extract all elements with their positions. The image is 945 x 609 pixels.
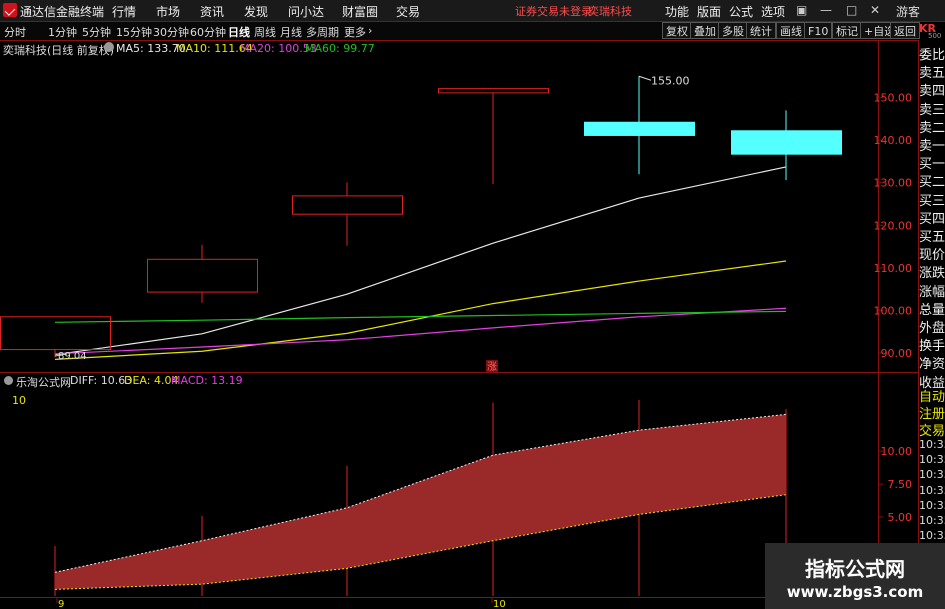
x-tick-label: 9 (58, 599, 64, 609)
candle-body (292, 195, 403, 215)
max-arrow (638, 75, 652, 81)
panel-label-buy1: 买一 (919, 157, 945, 173)
max-price-label: 155.00 (651, 74, 690, 87)
ma-line-ma5 (54, 166, 787, 356)
panel-time: 10:35 (919, 453, 945, 467)
panel-badge-num: 500 (928, 32, 942, 40)
panel-label-net-asset: 净资 (919, 357, 945, 373)
candle-body (584, 121, 695, 136)
panel-time: 10:35 (919, 438, 945, 451)
min-price-label: 89.04 (58, 351, 87, 362)
y-tick-label: 130.00 (874, 177, 913, 190)
panel-label-buy5: 买五 (919, 230, 945, 245)
panel-label-sell4: 卖四 (919, 84, 945, 100)
panel-label-change-pct: 涨幅 (919, 284, 945, 300)
y-tick-label: 140.00 (874, 134, 913, 147)
ma-line-ma60 (54, 310, 787, 323)
macd-area (55, 414, 786, 590)
panel-time: 10:35 (919, 483, 945, 497)
y-tick-label: 90.00 (881, 347, 913, 360)
panel-time: 10:35 (919, 468, 945, 482)
panel-label-sell3: 卖三 (919, 102, 945, 118)
y-tick-label: 120.00 (874, 219, 913, 232)
panel-label-sell1: 卖一 (919, 139, 945, 154)
y-tick-label: 150.00 (874, 92, 913, 105)
ma-line-ma10 (54, 260, 787, 360)
panel-label-turnover: 换手 (919, 339, 945, 355)
panel-time: 10:35 (919, 514, 945, 527)
panel-action-2[interactable]: 交易 (919, 420, 945, 439)
candle-body (731, 130, 842, 155)
panel-label-change: 涨跌 (919, 266, 945, 282)
panel-label-buy4: 买四 (919, 211, 945, 227)
panel-label-sell5: 卖五 (919, 66, 945, 82)
macd-y-tick-label: 10.00 (881, 445, 913, 458)
candle-body (147, 258, 258, 293)
macd-y-tick-label: 5.00 (888, 511, 913, 524)
candle-body (438, 88, 549, 94)
watermark-title: 指标公式网 (805, 557, 905, 581)
panel-label-price: 现价 (919, 248, 945, 264)
watermark-url: www.zbgs3.com (786, 583, 924, 601)
panel-label-buy2: 买二 (919, 175, 945, 191)
watermark-box: 指标公式网 www.zbgs3.com (765, 543, 945, 609)
macd-y-tick-label: 7.50 (888, 478, 913, 491)
panel-label-buy3: 买三 (919, 193, 945, 209)
panel-time: 10:35 (919, 529, 945, 543)
x-tick-label: 10 (493, 599, 506, 609)
y-tick-label: 110.00 (874, 262, 913, 275)
panel-time: 10:35 (919, 498, 945, 512)
y-tick-label: 100.00 (874, 304, 913, 317)
chart-svg[interactable]: 90.00 100.00 110.00 120.00 130.00 140.00 150.0… (0, 0, 945, 609)
panel-label-outer-vol: 外盘 (919, 321, 945, 336)
panel-label-weibi: 委比 (919, 48, 945, 63)
rise-mark: 涨 (487, 361, 497, 373)
panel-label-volume: 总量 (919, 302, 945, 318)
ma-line-ma20 (54, 307, 787, 355)
panel-label-sell2: 卖二 (919, 120, 945, 136)
